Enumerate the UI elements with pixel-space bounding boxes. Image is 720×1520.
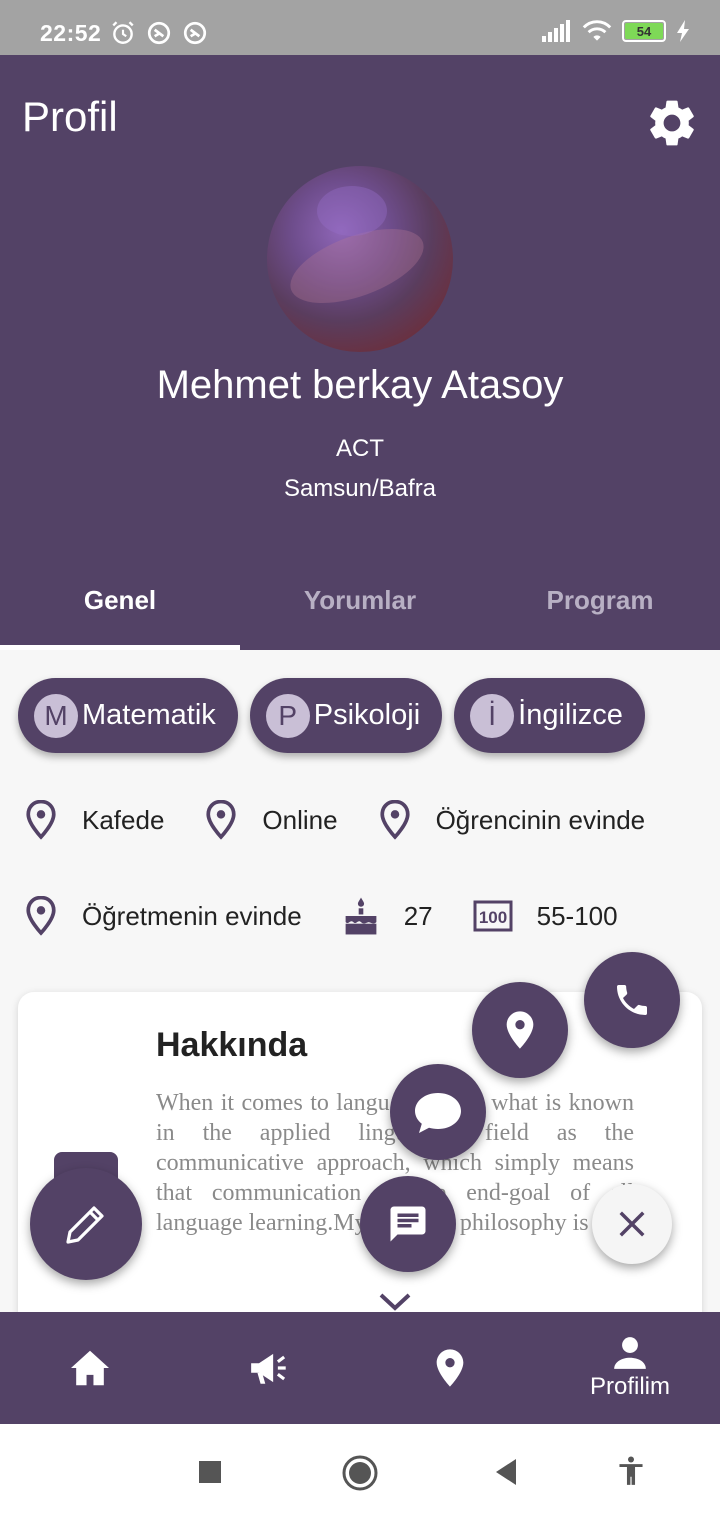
settings-button[interactable] [644,95,700,151]
battery-level: 54 [625,23,663,39]
accessibility-icon[interactable] [617,1456,645,1486]
megaphone-icon [251,1353,286,1384]
nav-home[interactable] [0,1312,180,1424]
info-label: 55-100 [536,900,618,931]
chip-psikoloji[interactable]: P Psikoloji [249,678,443,753]
nav-profile-label: Profilim [589,1373,670,1400]
location-pin-icon [206,800,236,840]
profile-header: Profil Mehmet berkay Atasoy ACT Samsun/B… [0,55,720,650]
chip-avatar: M [34,693,78,738]
info-item: 100 55-100 [473,899,618,933]
info-label: Kafede [82,804,165,835]
cake-icon [345,897,377,935]
info-label: Online [262,804,338,835]
message-icon [390,1206,426,1242]
location-pin-icon [506,1011,534,1049]
chip-label: İngilizce [518,699,623,731]
wifi-icon [582,20,612,41]
location-pin-icon [436,1349,464,1387]
chip-label: Matematik [82,699,216,731]
sync-icon [183,21,207,45]
chat-fab[interactable] [390,1064,486,1160]
chip-matematik[interactable]: M Matematik [18,678,238,753]
call-fab[interactable] [584,952,680,1048]
back-icon[interactable] [494,1458,518,1486]
edit-fab[interactable] [30,1168,142,1280]
about-card: Hakkında When it comes to language, I us… [18,992,702,1332]
tab-bar: Genel Yorumlar Program [0,565,720,650]
chat-bubble-icon [415,1093,461,1133]
chevron-down-icon[interactable] [378,1292,412,1312]
location-pin-icon [26,800,56,840]
info-item: Kafede [24,800,164,840]
info-label: Öğrencinin evinde [435,804,646,835]
location-fab[interactable] [472,982,568,1078]
home-icon [71,1350,109,1386]
avatar[interactable] [267,166,453,352]
chip-ingilizce[interactable]: İ İngilizce [454,678,645,753]
tab-yorumlar[interactable]: Yorumlar [240,565,480,650]
location-pin-icon [26,896,56,936]
info-item: 27 [342,896,433,936]
tab-program[interactable]: Program [480,565,720,650]
page-title: Profil [22,93,118,140]
message-fab[interactable] [360,1176,456,1272]
recent-apps-icon[interactable] [198,1460,222,1484]
chip-avatar: İ [470,693,515,738]
info-item: Online [204,800,338,840]
close-fab[interactable] [592,1184,672,1264]
info-item: Öğretmenin evinde [24,896,302,936]
system-navigation-bar [0,1424,720,1520]
info-label: 27 [403,900,433,931]
chip-avatar: P [265,693,310,738]
alarm-icon [112,21,134,44]
gear-icon [650,100,694,146]
edit-icon [66,1206,104,1244]
sync-icon [147,21,171,45]
nav-profile[interactable]: Profilim [540,1312,720,1424]
location-pin-icon [379,800,410,840]
nav-announcements[interactable] [180,1312,360,1424]
status-time: 22:52 [40,20,102,46]
signal-icon [542,20,570,42]
info-row-details: Öğretmenin evinde 27 100 55-100 [24,896,618,936]
price-icon: 100 [473,900,513,932]
profile-subtitle: ACT [336,435,384,462]
chip-label: Psikoloji [313,699,421,731]
subject-chips: M Matematik P Psikoloji İ İngilizce [18,678,645,753]
profile-name: Mehmet berkay Atasoy [156,363,564,407]
info-label: Öğretmenin evinde [82,900,302,931]
nav-map[interactable] [360,1312,540,1424]
info-item: Öğrencinin evinde [378,800,646,840]
phone-icon [617,985,647,1015]
battery-icon: 54 [622,20,666,42]
svg-text:100: 100 [478,908,506,927]
status-bar: 22:52 54 [0,0,720,55]
profile-location: Samsun/Bafra [283,475,437,502]
bottom-navigation: Profilim [0,1312,720,1424]
close-icon [619,1211,645,1237]
tab-genel[interactable]: Genel [0,565,240,650]
home-button-icon[interactable] [341,1454,379,1492]
info-row-locations: Kafede Online Öğrencinin evinde [24,800,645,840]
about-title: Hakkında [156,1026,308,1064]
charging-icon [677,20,689,42]
person-icon [614,1337,646,1369]
